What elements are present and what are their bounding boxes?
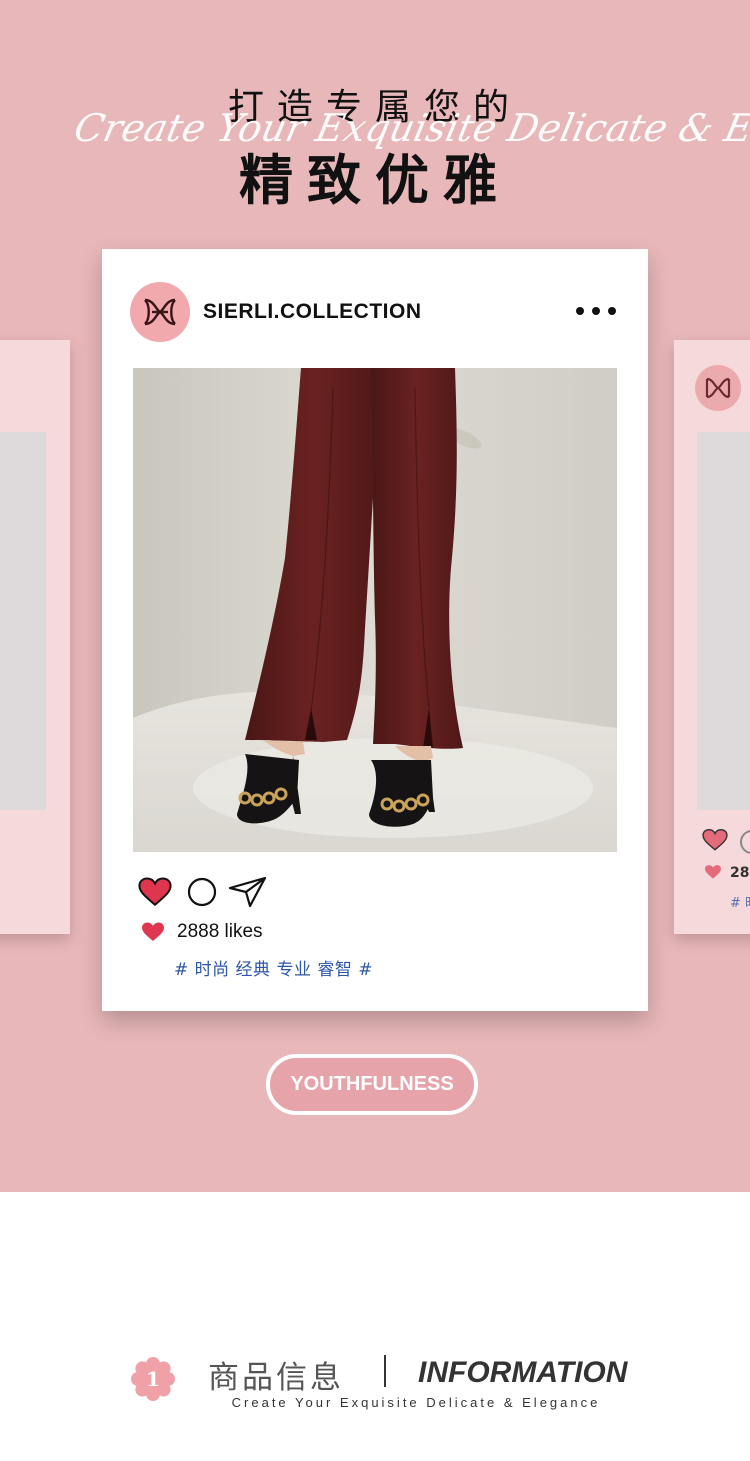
post-card: SIERLI.COLLECTION 2888 likes # 时尚 经典 专业 … — [102, 249, 648, 1011]
heart-icon — [705, 865, 721, 879]
section-number: 1 — [146, 1367, 160, 1391]
section-subtitle: Create Your Exquisite Delicate & Eleganc… — [231, 1395, 601, 1410]
side-card-left — [0, 340, 70, 934]
share-icon[interactable] — [228, 875, 268, 909]
likes-count[interactable]: 2888 likes — [177, 921, 263, 943]
brand-logo-avatar — [695, 365, 741, 411]
section-title-en: INFORMATION — [418, 1356, 628, 1389]
comment-icon — [740, 830, 750, 854]
heart-icon[interactable] — [138, 876, 172, 908]
hero-banner: 打造专属您的 Create Your Exquisite Delicate & … — [0, 0, 750, 1192]
comment-icon[interactable] — [186, 876, 218, 908]
side-card-image-placeholder — [697, 432, 750, 810]
hashtags[interactable]: # 时尚 经典 专业 睿智 # — [174, 955, 373, 980]
headline-line-2: 精致优雅 — [239, 149, 511, 212]
side-card-right: 28 # 时 — [674, 340, 750, 934]
likes-count-partial: 28 — [730, 865, 750, 881]
heart-icon — [702, 829, 728, 851]
post-actions — [138, 875, 268, 909]
likes-row: 2888 likes — [141, 921, 263, 943]
brand-logo-icon — [144, 298, 176, 326]
youthfulness-badge: YOUTHFULNESS — [266, 1054, 478, 1115]
account-name[interactable]: SIERLI.COLLECTION — [203, 300, 422, 324]
side-card-image-placeholder — [0, 432, 46, 810]
product-photo — [133, 368, 617, 852]
more-dots-icon[interactable] — [576, 303, 616, 319]
section-divider — [384, 1355, 386, 1387]
brand-logo-avatar[interactable] — [130, 282, 190, 342]
heart-icon — [142, 922, 164, 941]
section-title-cn: 商品信息 — [208, 1360, 344, 1396]
hashtag-partial: # 时 — [730, 896, 750, 911]
